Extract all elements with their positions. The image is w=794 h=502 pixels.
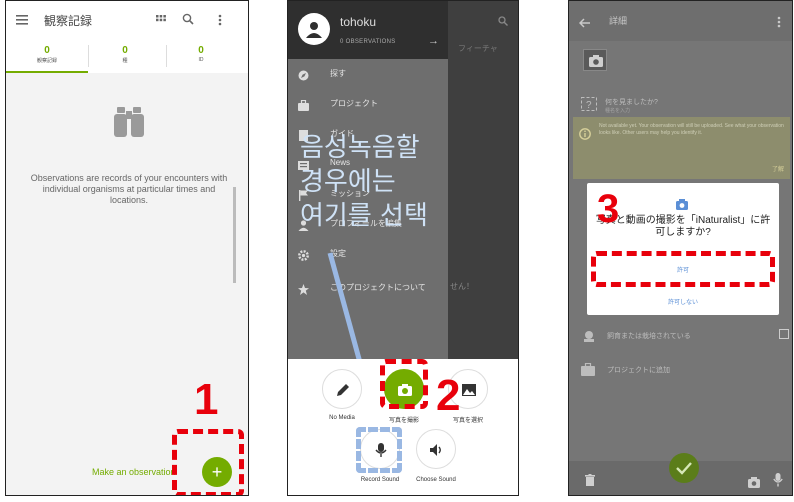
warning-text: Not available yet. Your observation will… — [599, 123, 784, 136]
captive-label: 飼育または栽培されている — [607, 333, 691, 340]
image-icon — [462, 384, 476, 396]
hamburger-menu-icon[interactable] — [16, 15, 28, 25]
mic-icon[interactable] — [773, 473, 783, 492]
choose-sound-button[interactable] — [416, 429, 456, 469]
tab-observations[interactable]: 0 観察記録 — [12, 45, 82, 64]
warning-dismiss[interactable]: 了解 — [772, 164, 784, 173]
svg-text:?: ? — [586, 100, 592, 111]
choose-sound-label: Choose Sound — [416, 477, 456, 483]
active-tab-indicator — [6, 71, 88, 73]
add-project-row[interactable]: プロジェクトに追加 — [569, 357, 792, 385]
grid-view-icon[interactable] — [156, 15, 166, 25]
camera-icon — [589, 55, 603, 67]
highlight-box — [591, 251, 775, 287]
check-icon — [676, 462, 692, 475]
warning-banner: Not available yet. Your observation will… — [573, 117, 790, 179]
trash-icon[interactable] — [585, 473, 595, 491]
menu-screen: tohoku 0 OBSERVATIONS → 探す プロジェクト ガイド Ne… — [287, 0, 519, 496]
highlight-box — [380, 359, 428, 409]
highlight-box — [356, 427, 402, 473]
page-title: 詳細 — [609, 16, 628, 26]
tab-divider — [88, 45, 89, 67]
record-sound-label: Record Sound — [360, 477, 400, 483]
more-options-icon[interactable] — [777, 15, 781, 33]
make-observation-label[interactable]: Make an observation — [92, 467, 176, 477]
species-label: 種 — [122, 58, 128, 64]
species-icon: ? — [581, 97, 597, 113]
app-bar: 観察記録 — [6, 1, 248, 41]
binoculars-icon — [112, 107, 146, 137]
empty-state-message: Observations are records of your encount… — [30, 173, 228, 205]
captive-row[interactable]: 飼育または栽培されている — [569, 323, 792, 351]
highlight-box — [172, 429, 244, 495]
captive-icon — [581, 329, 597, 348]
step-number: 3 — [597, 187, 620, 231]
pencil-icon — [337, 384, 349, 396]
page-title: 観察記録 — [44, 14, 93, 28]
observations-screen: 観察記録 0 観察記録 0 種 0 ID Observations are re… — [5, 0, 249, 496]
species-question: 何を見ましたか? — [605, 99, 658, 106]
speaker-icon — [430, 444, 441, 456]
observations-label: 観察記録 — [36, 58, 57, 64]
identifications-count: 0 — [198, 45, 204, 56]
tab-species[interactable]: 0 種 — [90, 45, 160, 64]
tutorial-composite: 観察記録 0 観察記録 0 種 0 ID Observations are re… — [0, 0, 794, 502]
app-bar: 詳細 — [569, 1, 792, 41]
add-project-label: プロジェクトに追加 — [607, 367, 670, 374]
stats-tabs: 0 観察記録 0 種 0 ID — [6, 41, 248, 73]
camera-icon — [675, 197, 689, 215]
tab-divider — [166, 45, 167, 67]
species-hint: 種名を入力 — [605, 108, 631, 114]
take-photo-label: 写真を撮影 — [388, 418, 419, 424]
search-icon[interactable] — [182, 13, 194, 25]
briefcase-icon — [581, 362, 595, 381]
info-icon — [579, 127, 591, 145]
step-number: 1 — [194, 375, 219, 424]
tab-identifications[interactable]: 0 ID — [166, 45, 236, 63]
captive-checkbox[interactable] — [779, 329, 789, 339]
deny-button[interactable]: 許可しない — [587, 297, 779, 306]
add-photo-button[interactable] — [583, 49, 607, 71]
no-media-button[interactable] — [322, 369, 362, 409]
no-media-label: No Media — [329, 415, 355, 421]
observations-count: 0 — [44, 45, 50, 56]
more-options-icon[interactable] — [218, 14, 222, 26]
scrollbar[interactable] — [233, 187, 236, 283]
species-count: 0 — [122, 45, 128, 56]
save-observation-button[interactable] — [669, 453, 699, 483]
permission-message: 写真と動画の撮影を「iNaturalist」に許可しますか? — [595, 215, 771, 238]
back-arrow-icon[interactable] — [578, 15, 591, 33]
identifications-label: ID — [198, 57, 204, 63]
observation-detail-screen: 詳細 ? 何を見ましたか? 種名を入力 Not available yet. Y… — [568, 0, 793, 496]
step-number: 2 — [436, 371, 461, 420]
camera-icon[interactable] — [747, 475, 761, 493]
